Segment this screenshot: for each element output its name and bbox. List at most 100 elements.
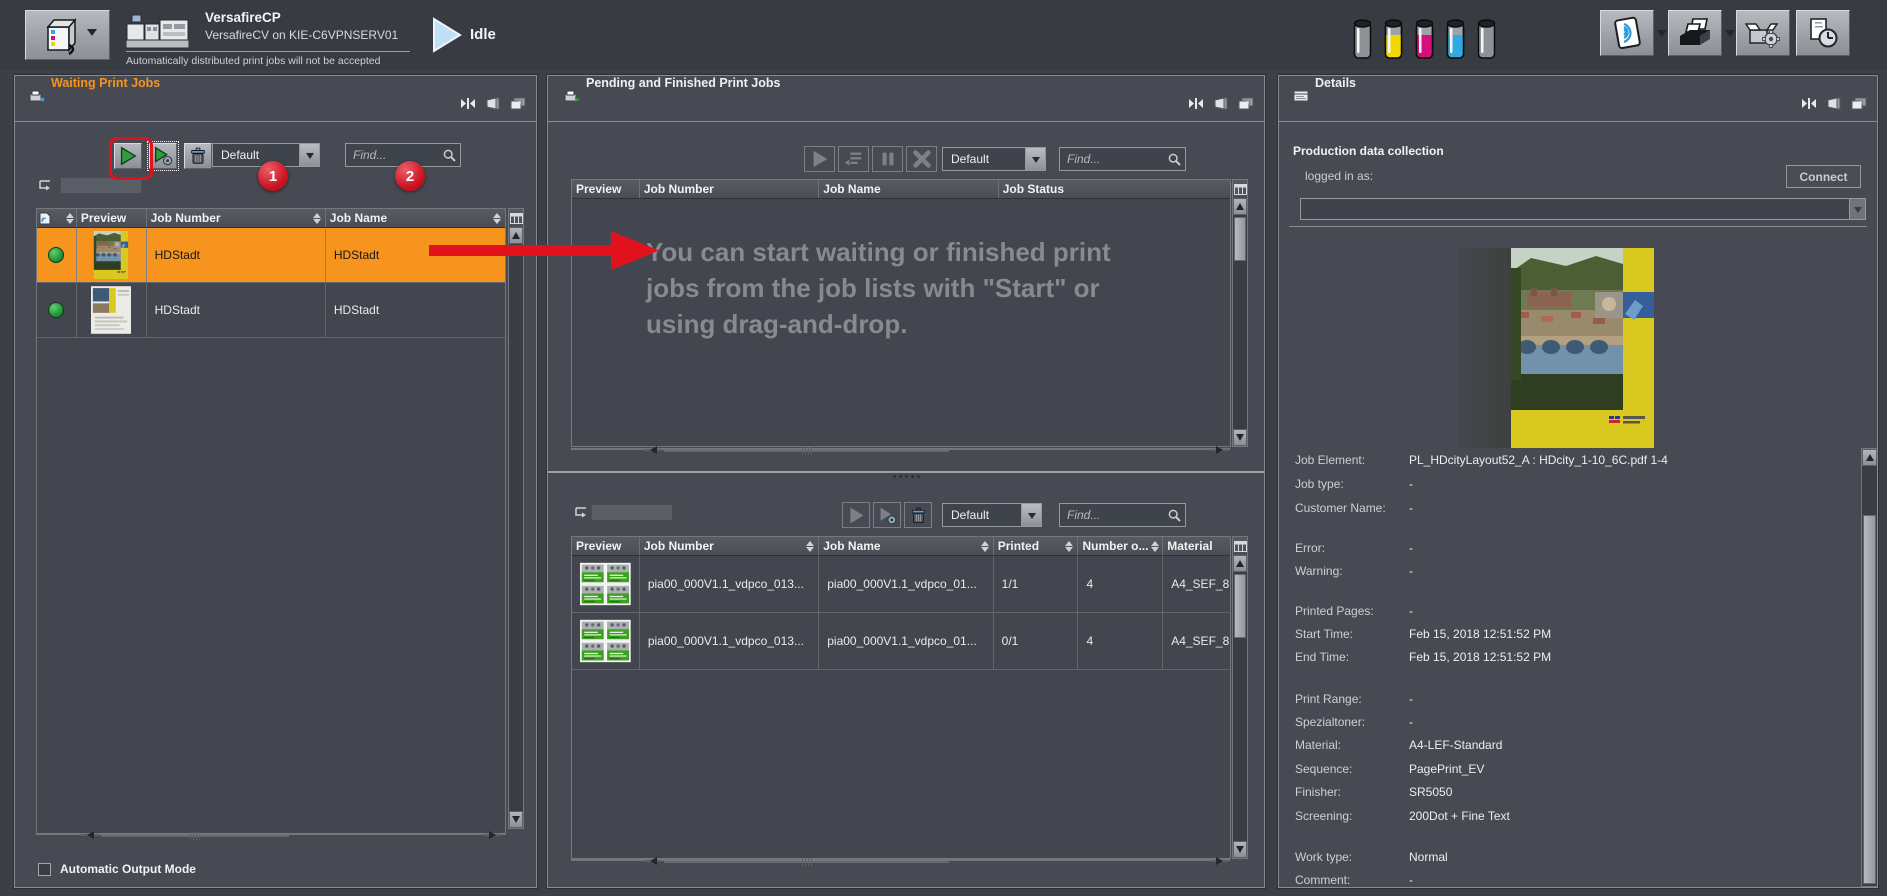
connect-button[interactable]: Connect	[1786, 165, 1861, 188]
column-config-button[interactable]	[1233, 537, 1247, 556]
finished-delete-button[interactable]	[904, 502, 932, 528]
scroll-right-button[interactable]	[1210, 449, 1228, 451]
sort-icon[interactable]	[803, 537, 814, 555]
scroll-up-button[interactable]	[1862, 449, 1877, 466]
pending-start-button[interactable]	[804, 146, 835, 172]
pending-cancel-button[interactable]	[906, 146, 937, 172]
waiting-col-preview[interactable]: Preview	[77, 209, 147, 227]
output-tray-dropdown-arrow[interactable]	[1725, 30, 1735, 42]
waiting-col-job-name[interactable]: Job Name	[326, 209, 505, 227]
scroll-left-button[interactable]	[81, 834, 99, 836]
reports-button[interactable]	[1796, 10, 1850, 56]
detail-label: Sequence:	[1295, 762, 1352, 776]
logged-in-user-select[interactable]	[1300, 198, 1866, 220]
detail-label: Spezialtoner:	[1295, 715, 1365, 729]
finished-col-job-name[interactable]: Job Name	[819, 537, 993, 555]
pending-col-job-status[interactable]: Job Status	[999, 180, 1230, 198]
finished-start-button[interactable]	[842, 502, 870, 528]
scroll-right-button[interactable]	[1210, 860, 1228, 862]
panel-view-icon[interactable]	[485, 97, 501, 110]
sort-icon[interactable]	[310, 209, 321, 227]
collapse-tree-icon[interactable]	[37, 180, 52, 191]
finished-col-material[interactable]: Material	[1163, 537, 1230, 555]
waiting-filter-dropdown-arrow[interactable]	[299, 144, 319, 166]
collapse-tree-icon[interactable]	[573, 507, 588, 518]
pending-filter-dropdown-arrow[interactable]	[1025, 148, 1045, 170]
finished-filter-dropdown-arrow[interactable]	[1021, 504, 1041, 526]
column-config-button[interactable]	[1233, 180, 1247, 199]
scroll-up-button[interactable]	[1233, 198, 1247, 215]
sort-icon[interactable]	[63, 209, 74, 227]
scroll-right-button[interactable]	[483, 834, 501, 836]
scroll-down-button[interactable]	[1233, 841, 1247, 858]
vscroll-thumb[interactable]	[1234, 217, 1246, 261]
sort-icon[interactable]	[1148, 537, 1159, 555]
pending-table-vscrollbar[interactable]	[1232, 179, 1248, 447]
calibration-dropdown-arrow[interactable]	[1657, 30, 1667, 42]
finished-filter-select[interactable]: Default	[942, 503, 1042, 527]
detail-label: Start Time:	[1295, 627, 1353, 641]
job-settings-button[interactable]	[1736, 10, 1790, 56]
waiting-table-vscrollbar[interactable]	[508, 208, 524, 829]
vscroll-thumb[interactable]	[1863, 515, 1876, 884]
finished-table-vscrollbar[interactable]	[1232, 536, 1248, 859]
panel-view-icon[interactable]	[1826, 97, 1842, 110]
pending-col-job-name[interactable]: Job Name	[819, 180, 998, 198]
collapse-panel-icon[interactable]	[1188, 97, 1204, 110]
detach-panel-icon[interactable]	[1851, 97, 1867, 110]
waiting-col-job-number[interactable]: Job Number	[147, 209, 326, 227]
calibration-button[interactable]	[1600, 10, 1654, 56]
collapse-panel-icon[interactable]	[460, 97, 476, 110]
panel-splitter[interactable]	[548, 471, 1264, 480]
finished-col-job-number[interactable]: Job Number	[640, 537, 819, 555]
pending-panel-title: Pending and Finished Print Jobs	[586, 76, 780, 90]
scroll-up-button[interactable]	[1233, 555, 1247, 572]
panel-view-icon[interactable]	[1213, 97, 1229, 110]
detach-panel-icon[interactable]	[510, 97, 526, 110]
waiting-table-hscrollbar[interactable]	[36, 833, 506, 835]
scroll-left-button[interactable]	[644, 449, 662, 451]
vscroll-thumb[interactable]	[1234, 574, 1246, 638]
delete-job-button[interactable]	[184, 143, 212, 169]
finished-col-preview[interactable]: Preview	[572, 537, 640, 555]
pending-table-hscrollbar[interactable]	[571, 448, 1230, 450]
sort-icon[interactable]	[978, 537, 989, 555]
scroll-down-button[interactable]	[509, 811, 523, 828]
automatic-output-checkbox[interactable]	[38, 863, 51, 876]
preview-back-page	[1459, 248, 1511, 448]
finished-job-row[interactable]: pia00_000V1.1_vdpco_013... pia00_000V1.1…	[572, 556, 1230, 613]
hscroll-thumb[interactable]	[664, 861, 949, 863]
start-job-options-button[interactable]	[149, 143, 177, 169]
pending-priority-button[interactable]	[838, 146, 869, 172]
printer-selector-button[interactable]	[25, 10, 110, 60]
pending-find-input[interactable]	[1060, 148, 1185, 170]
detach-panel-icon[interactable]	[1238, 97, 1254, 110]
group-filter-box[interactable]	[591, 504, 673, 521]
column-config-button[interactable]	[509, 209, 523, 228]
scroll-down-button[interactable]	[1233, 429, 1247, 446]
user-select-dropdown-arrow[interactable]	[1849, 199, 1865, 219]
details-vscrollbar[interactable]	[1861, 448, 1877, 887]
pending-col-job-number[interactable]: Job Number	[640, 180, 819, 198]
finished-job-row[interactable]: pia00_000V1.1_vdpco_013... pia00_000V1.1…	[572, 613, 1230, 670]
application-window: VersafireCP VersafireCV on KIE-C6VPNSERV…	[0, 0, 1887, 896]
finished-col-printed[interactable]: Printed	[994, 537, 1079, 555]
finished-table-hscrollbar[interactable]	[571, 859, 1230, 861]
finished-find-input[interactable]	[1060, 504, 1185, 526]
sort-icon[interactable]	[1062, 537, 1073, 555]
output-tray-button[interactable]	[1668, 10, 1722, 56]
pending-filter-select[interactable]: Default	[942, 147, 1046, 171]
pending-col-preview[interactable]: Preview	[572, 180, 640, 198]
detail-label: Work type:	[1295, 850, 1352, 864]
waiting-col-status[interactable]	[37, 209, 77, 227]
waiting-job-row[interactable]: HDStadt HDStadt	[37, 283, 505, 338]
hscroll-thumb[interactable]	[101, 835, 289, 837]
detail-value: -	[1409, 564, 1413, 578]
sort-icon[interactable]	[490, 209, 501, 227]
scroll-left-button[interactable]	[644, 860, 662, 862]
finished-col-number-of[interactable]: Number o...	[1078, 537, 1163, 555]
finished-start-options-button[interactable]	[873, 502, 901, 528]
pending-pause-button[interactable]	[872, 146, 903, 172]
hscroll-thumb[interactable]	[664, 450, 949, 452]
collapse-panel-icon[interactable]	[1801, 97, 1817, 110]
